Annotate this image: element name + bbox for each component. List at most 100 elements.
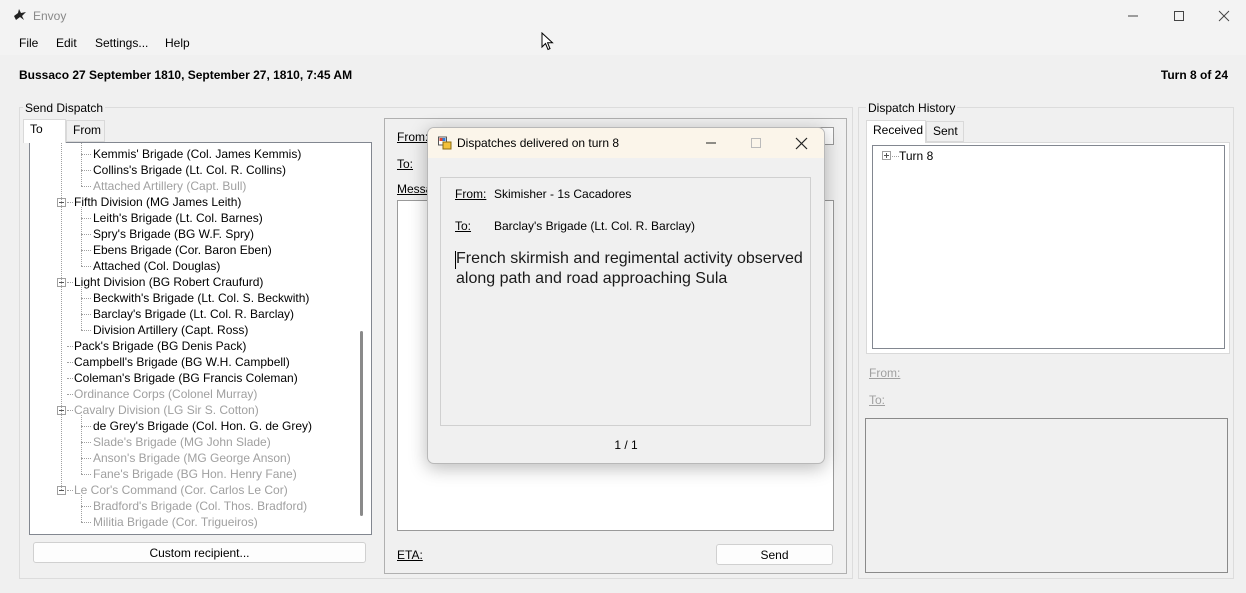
- tree-leaf[interactable]: Militia Brigade (Cor. Trigueiros): [93, 515, 258, 529]
- dispatch-history-title: Dispatch History: [866, 101, 958, 115]
- send-button[interactable]: Send: [716, 544, 833, 565]
- dispatch-pager: 1 / 1: [614, 438, 638, 452]
- tree-trunk-line: [61, 143, 62, 490]
- tree-connector: [81, 426, 91, 427]
- tree-node[interactable]: Light Division (BG Robert Craufurd): [74, 275, 263, 289]
- history-from-label: From:: [869, 366, 901, 380]
- scenario-datetime: Bussaco 27 September 1810, September 27,…: [19, 68, 353, 82]
- dialog-title-bar: Dispatches delivered on turn 8: [428, 128, 824, 158]
- history-turn-node[interactable]: Turn 8: [899, 149, 933, 163]
- tree-leaf[interactable]: Spry's Brigade (BG W.F. Spry): [93, 227, 254, 241]
- send-dispatch-title: Send Dispatch: [23, 101, 106, 115]
- tab-received[interactable]: Received: [866, 120, 926, 143]
- tree-leaf[interactable]: Beckwith's Brigade (Lt. Col. S. Beckwith…: [93, 291, 309, 305]
- minimize-button[interactable]: [1110, 0, 1156, 31]
- tree-connector: [81, 154, 91, 155]
- tree-leaf[interactable]: Anson's Brigade (MG George Anson): [93, 451, 291, 465]
- tree-leaf[interactable]: de Grey's Brigade (Col. Hon. G. de Grey): [93, 419, 312, 433]
- tree-node[interactable]: Coleman's Brigade (BG Francis Coleman): [74, 371, 298, 385]
- menu-file[interactable]: File: [19, 36, 38, 50]
- minimize-icon: [706, 142, 716, 144]
- tree-leaf[interactable]: Slade's Brigade (MG John Slade): [93, 435, 271, 449]
- dialog-minimize-button[interactable]: [696, 132, 726, 154]
- app-logo-icon: [14, 9, 26, 20]
- tree-connector: [81, 506, 91, 507]
- menu-edit[interactable]: Edit: [56, 36, 77, 50]
- tree-connector: [81, 522, 91, 523]
- tree-branch-line: [81, 143, 82, 186]
- mouse-cursor-icon: [541, 32, 554, 51]
- menu-help[interactable]: Help: [165, 36, 190, 50]
- history-message-field[interactable]: [865, 418, 1228, 573]
- tree-scrollbar[interactable]: [354, 143, 370, 534]
- tree-connector: [67, 282, 73, 283]
- tree-connector: [81, 266, 91, 267]
- compose-from-label: From:: [397, 130, 429, 144]
- tree-node[interactable]: Le Cor's Command (Cor. Carlos Le Cor): [74, 483, 288, 497]
- tree-leaf[interactable]: Leith's Brigade (Lt. Col. Barnes): [93, 211, 263, 225]
- tab-from[interactable]: From: [66, 120, 105, 142]
- tree-branch-line: [81, 207, 82, 266]
- tree-leaf[interactable]: Ebens Brigade (Cor. Baron Eben): [93, 243, 272, 257]
- tree-connector: [892, 156, 899, 157]
- dialog-app-icon: [438, 136, 452, 150]
- dispatch-delivered-dialog: Dispatches delivered on turn 8 From: Ski…: [427, 127, 825, 464]
- dispatch-to-value: Barclay's Brigade (Lt. Col. R. Barclay): [494, 219, 696, 233]
- tree-node[interactable]: Campbell's Brigade (BG W.H. Campbell): [74, 355, 290, 369]
- tree-connector: [67, 410, 73, 411]
- tree-connector: [81, 234, 91, 235]
- tree-leaf[interactable]: Attached Artillery (Capt. Bull): [93, 179, 246, 193]
- tree-connector: [81, 314, 91, 315]
- history-tree[interactable]: Turn 8: [872, 145, 1225, 349]
- close-icon: [1218, 10, 1230, 21]
- tree-branch-line: [81, 415, 82, 474]
- dispatch-content-panel: [440, 177, 811, 426]
- dialog-maximize-button[interactable]: [741, 132, 771, 154]
- dispatch-message-text[interactable]: French skirmish and regimental activity …: [456, 249, 806, 289]
- tree-connector: [67, 202, 73, 203]
- tree-connector: [81, 458, 91, 459]
- maximize-button[interactable]: [1156, 0, 1202, 31]
- history-to-label: To:: [869, 393, 886, 407]
- dialog-title: Dispatches delivered on turn 8: [457, 136, 620, 150]
- tree-leaf[interactable]: Bradford's Brigade (Col. Thos. Bradford): [93, 499, 307, 513]
- tree-node[interactable]: Ordinance Corps (Colonel Murray): [74, 387, 257, 401]
- menu-settings[interactable]: Settings...: [95, 36, 148, 50]
- tree-connector: [81, 250, 91, 251]
- tree-connector: [67, 378, 73, 379]
- tree-connector: [81, 474, 91, 475]
- tab-to[interactable]: To: [23, 119, 66, 143]
- dialog-close-button[interactable]: [786, 132, 816, 154]
- tree-connector: [67, 394, 73, 395]
- tree-leaf[interactable]: Division Artillery (Capt. Ross): [93, 323, 248, 337]
- tree-branch-line: [81, 287, 82, 330]
- tree-leaf[interactable]: Attached (Col. Douglas): [93, 259, 220, 273]
- tree-leaf[interactable]: Collins's Brigade (Lt. Col. R. Collins): [93, 163, 286, 177]
- tree-node[interactable]: Pack's Brigade (BG Denis Pack): [74, 339, 246, 353]
- maximize-icon: [751, 138, 761, 148]
- tree-connector: [81, 186, 91, 187]
- tree-leaf[interactable]: Barclay's Brigade (Lt. Col. R. Barclay): [93, 307, 294, 321]
- recipient-tree[interactable]: Kemmis' Brigade (Col. James Kemmis) Colli…: [29, 142, 372, 535]
- scrollbar-thumb[interactable]: [360, 331, 363, 516]
- tree-leaf[interactable]: Kemmis' Brigade (Col. James Kemmis): [93, 147, 301, 161]
- tree-node[interactable]: Cavalry Division (LG Sir S. Cotton): [74, 403, 259, 417]
- custom-recipient-button[interactable]: Custom recipient...: [33, 542, 366, 563]
- tree-leaf[interactable]: Fane's Brigade (BG Hon. Henry Fane): [93, 467, 297, 481]
- tree-connector: [81, 170, 91, 171]
- close-button[interactable]: [1201, 0, 1246, 31]
- turn-indicator: Turn 8 of 24: [1160, 68, 1228, 82]
- tree-connector: [67, 346, 73, 347]
- expand-plus-icon[interactable]: [882, 151, 891, 160]
- title-bar: Envoy: [0, 0, 1246, 31]
- minimize-icon: [1128, 15, 1138, 16]
- tree-node[interactable]: Fifth Division (MG James Leith): [74, 195, 241, 209]
- tree-branch-line: [81, 495, 82, 522]
- tree-connector: [67, 362, 73, 363]
- menu-bar: File Edit Settings... Help: [0, 31, 1246, 55]
- tree-connector: [81, 298, 91, 299]
- close-icon: [795, 137, 807, 149]
- maximize-icon: [1174, 10, 1184, 21]
- tab-sent[interactable]: Sent: [926, 121, 964, 142]
- tree-connector: [81, 330, 91, 331]
